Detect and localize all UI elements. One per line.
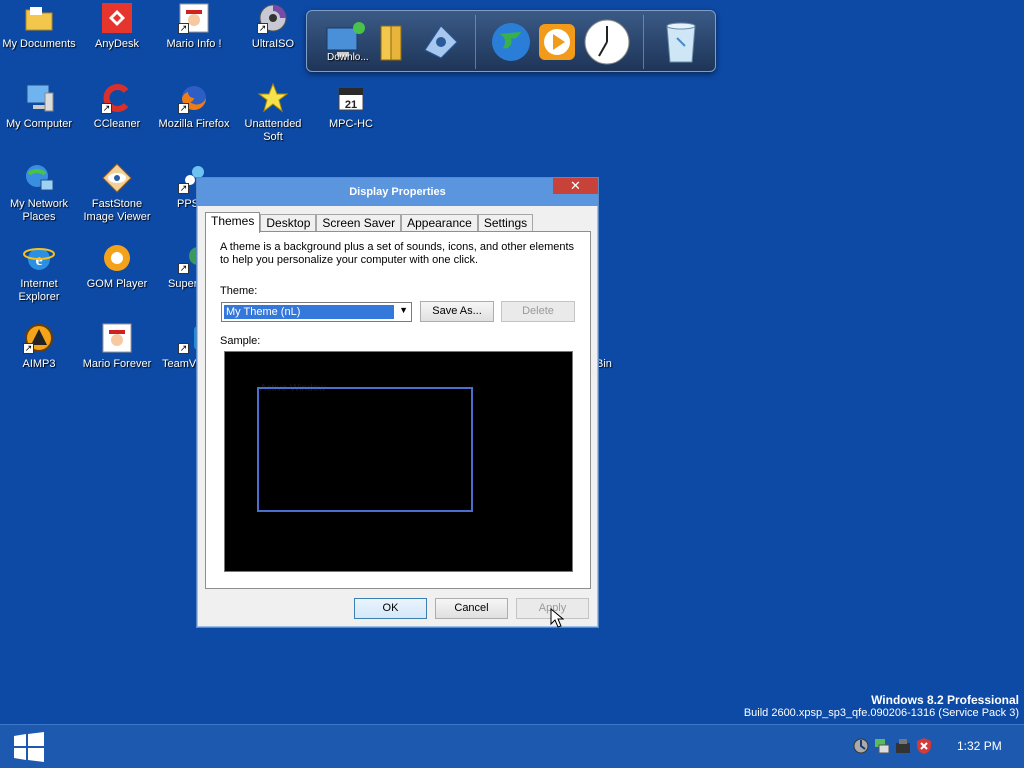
dock-item-documents[interactable] [369,17,417,67]
dialog-titlebar[interactable]: Display Properties ✕ [197,178,598,206]
desktop-icon-label: Mozilla Firefox [158,118,230,130]
network-status-icon[interactable] [873,737,891,755]
desktop-icon-label: Unattended Soft [244,118,302,143]
close-icon: ✕ [570,178,581,193]
desktop-icon-label: CCleaner [93,118,141,130]
close-button[interactable]: ✕ [553,178,598,194]
system-tray [852,737,933,755]
delete-button[interactable]: Delete [501,301,575,322]
windows-logo-icon [14,732,44,762]
os-version-watermark: Windows 8.2 Professional Build 2600.xpsp… [744,693,1019,719]
dock-item-recycle-bin[interactable] [657,17,705,67]
tab-themes[interactable]: Themes [205,212,261,233]
desktop-icon-label: My Network Places [9,198,69,223]
dialog-title: Display Properties [349,186,446,198]
themes-panel: A theme is a background plus a set of so… [205,231,591,589]
computer-icon [23,82,55,114]
dock-separator [643,15,644,69]
mouse-cursor-icon [550,608,564,628]
svg-text:21: 21 [345,99,357,111]
clock-icon [584,19,630,65]
desktop-icon-my-computer[interactable]: My Computer [0,82,78,131]
desktop-icon-internet-explorer[interactable]: e Internet Explorer [0,242,78,304]
dock-item-browser[interactable] [487,17,535,67]
control-panel-icon [424,25,458,59]
dock-item-settings[interactable] [417,17,465,67]
tab-strip: Themes Desktop Screen Saver Appearance S… [205,212,534,233]
desktop-icon-label: Mario Info ! [166,38,222,50]
aimp-icon: ↗ [23,322,55,354]
desktop-icon-firefox[interactable]: ↗ Mozilla Firefox [155,82,233,131]
globe-icon [492,23,530,61]
dock-item-media-player[interactable] [533,17,581,67]
disc-icon: ↗ [257,2,289,34]
dock-item-clock[interactable] [583,17,631,67]
desktop-icon-label: UltraISO [251,38,295,50]
desktop-icon-label: GOM Player [86,278,148,290]
save-as-button[interactable]: Save As... [420,301,494,322]
desktop-icon-mario-forever[interactable]: Mario Forever [78,322,156,371]
os-name: Windows 8.2 Professional [871,693,1019,707]
network-icon [23,162,55,194]
desktop-icon-label: AnyDesk [94,38,140,50]
theme-label: Theme: [220,285,258,297]
dock-item-label: Downlo... [327,52,369,63]
desktop-icon-ultraiso[interactable]: ↗ UltraISO [234,2,312,51]
desktop-icon-my-network-places[interactable]: My Network Places [0,162,78,224]
desktop-icon-mpc-hc[interactable]: 21 MPC-HC [312,82,390,131]
anydesk-icon [101,2,133,34]
desktop-icon-label: FastStone Image Viewer [83,198,151,223]
os-build: Build 2600.xpsp_sp3_qfe.090206-1316 (Ser… [743,707,1019,719]
folder-icon [380,25,402,61]
desktop-icon-label: Internet Explorer [18,278,60,303]
theme-sample-preview: Active Window [224,351,573,572]
themes-description: A theme is a background plus a set of so… [220,241,575,266]
play-icon [539,24,575,60]
desktop-icon-my-documents[interactable]: My Documents [0,2,78,51]
desktop-icon-aimp3[interactable]: ↗ AIMP3 [0,322,78,371]
dock-separator [475,15,476,69]
sample-label: Sample: [220,335,261,347]
desktop-icon-label: My Computer [5,118,73,130]
star-icon [257,82,289,114]
taskbar-clock[interactable]: 1:32 PM [957,739,1002,753]
desktop-icon-faststone[interactable]: FastStone Image Viewer [78,162,156,224]
dock-toolbar: Downlo... [306,10,716,72]
desktop-icon-label: MPC-HC [329,118,373,130]
eye-icon [101,162,133,194]
calendar-icon: 21 [335,82,367,114]
desktop-icon-label: AIMP3 [22,358,56,370]
desktop-icon-mario-info[interactable]: ↗ Mario Info ! [155,2,233,51]
cancel-button[interactable]: Cancel [435,598,508,619]
mario-icon [101,322,133,354]
start-button[interactable] [13,732,45,762]
security-shield-icon[interactable] [915,737,933,755]
desktop-icon-unattended-soft[interactable]: Unattended Soft [234,82,312,144]
desktop-icon-gom-player[interactable]: GOM Player [78,242,156,291]
svg-text:e: e [35,252,42,269]
desktop-icon-ccleaner[interactable]: ↗ CCleaner [78,82,156,131]
ie-icon: e [23,242,55,274]
gom-icon [101,242,133,274]
sample-window [257,387,473,512]
chevron-down-icon[interactable]: ▼ [399,305,408,315]
update-icon[interactable] [852,737,870,755]
desktop-icon-label: My Documents [2,38,76,50]
ccleaner-icon: ↗ [101,82,133,114]
theme-dropdown[interactable]: My Theme (nL) ▼ [221,302,412,322]
display-properties-dialog: Display Properties ✕ Themes Desktop Scre… [196,177,599,628]
folder-icon [23,2,55,34]
desktop-icon-label: Mario Forever [82,358,152,370]
removable-device-icon[interactable] [894,737,912,755]
mario-icon: ↗ [178,2,210,34]
trash-icon [666,22,696,63]
desktop-icon-anydesk[interactable]: AnyDesk [78,2,156,51]
taskbar: 1:32 PM [0,724,1024,768]
firefox-icon: ↗ [178,82,210,114]
ok-button[interactable]: OK [354,598,427,619]
theme-dropdown-value: My Theme (nL) [224,305,394,319]
